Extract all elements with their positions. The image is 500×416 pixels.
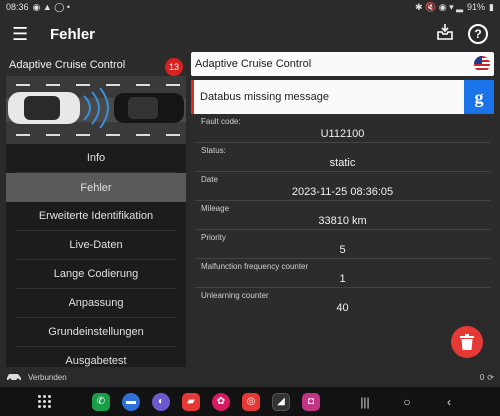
field-label: Mileage (201, 204, 230, 213)
android-nav-bar: ✆ ▬ ◐ ▰ ✿ ◎ ◢ ◘ ||| ○ ‹ (0, 387, 500, 416)
flower-app-icon[interactable]: ✿ (212, 392, 230, 411)
field-value: 40 (336, 302, 349, 314)
field-value: U112100 (320, 128, 365, 140)
nav-item-fehler[interactable]: Fehler (6, 173, 186, 202)
trash-icon (460, 334, 474, 350)
module-name-bar: Adaptive Cruise Control (191, 52, 494, 76)
chat-app-icon[interactable]: ◐ (152, 392, 170, 411)
module-sidebar: Adaptive Cruise Control 13 Info Fehler E… (6, 56, 186, 367)
refresh-icon[interactable]: ⟳ (487, 373, 494, 382)
field-label: Priority (201, 233, 226, 242)
nav-item-label: Anpassung (68, 297, 124, 309)
nav-item-erweiterte-identifikation[interactable]: Erweiterte Identifikation (15, 202, 177, 231)
field-value: 1 (339, 273, 346, 285)
module-title: Adaptive Cruise Control (9, 59, 126, 71)
field-label: Malfunction frequency counter (201, 262, 309, 271)
car-connection-icon (6, 371, 22, 383)
nav-item-label: Ausgabetest (65, 355, 127, 367)
connection-counter: 0 (479, 372, 485, 382)
nav-item-label: Erweiterte Identifikation (38, 210, 154, 222)
field-value: 2023-11-25 08:36:05 (291, 186, 394, 198)
field-unlearning-counter: Unlearning counter 40 (195, 288, 490, 317)
camera-app-icon[interactable]: ◎ (242, 392, 260, 411)
connection-bar: Verbunden 0 ⟳ (0, 369, 500, 385)
field-malfunction-frequency: Malfunction frequency counter 1 (195, 259, 490, 288)
back-icon[interactable]: ‹ (440, 393, 458, 411)
fault-detail-panel: Adaptive Cruise Control Databus missing … (191, 52, 494, 318)
field-priority: Priority 5 (195, 230, 490, 259)
nav-item-grundeinstellungen[interactable]: Grundeinstellungen (15, 318, 177, 347)
field-status: Status: static (195, 143, 490, 172)
fault-fields: Fault code: U112100 Status: static Date 202… (191, 114, 494, 317)
nav-item-anpassung[interactable]: Anpassung (15, 289, 177, 318)
error-message-bar: Databus missing message g (191, 80, 494, 114)
field-value: 5 (339, 244, 346, 256)
field-fault-code: Fault code: U112100 (195, 114, 490, 143)
module-header: Adaptive Cruise Control 13 (6, 56, 186, 144)
home-icon[interactable]: ○ (398, 393, 416, 411)
google-search-button[interactable]: g (464, 80, 494, 114)
status-icons: ✱ 🔇 ◉ ▾ ▂ (414, 1, 464, 12)
app-bar: ☰ Fehler ? (0, 14, 500, 54)
battery-icon: ▮ (489, 1, 494, 12)
detail-module-name: Adaptive Cruise Control (195, 58, 312, 70)
nav-item-info[interactable]: Info (15, 144, 177, 173)
inbox-download-icon[interactable] (436, 23, 454, 46)
status-bar: 08:36 ◉ ▲ ◯ • ✱ 🔇 ◉ ▾ ▂ 91% ▮ (0, 0, 500, 14)
connection-status: Verbunden (28, 372, 67, 382)
field-label: Date (201, 175, 218, 184)
notification-icons: ◉ ▲ ◯ • (32, 1, 71, 12)
hamburger-menu-icon[interactable]: ☰ (12, 24, 36, 45)
nav-item-lange-codierung[interactable]: Lange Codierung (15, 260, 177, 289)
field-mileage: Mileage 33810 km (195, 201, 490, 230)
field-date: Date 2023-11-25 08:36:05 (195, 172, 490, 201)
status-time: 08:36 (6, 2, 29, 12)
help-icon[interactable]: ? (468, 24, 488, 44)
messages-app-icon[interactable]: ▬ (122, 392, 140, 411)
nav-item-label: Grundeinstellungen (48, 326, 144, 338)
error-message: Databus missing message (200, 91, 330, 103)
app-drawer-icon[interactable] (38, 394, 52, 409)
nav-item-label: Info (86, 152, 106, 164)
field-label: Status: (201, 146, 226, 155)
car-app-icon[interactable]: ◢ (272, 392, 290, 411)
field-value: static (329, 157, 356, 169)
nav-item-label: Lange Codierung (53, 268, 139, 280)
field-label: Unlearning counter (201, 291, 269, 300)
nav-item-live-daten[interactable]: Live-Daten (15, 231, 177, 260)
fault-count-badge: 13 (165, 58, 183, 76)
nav-item-label: Fehler (80, 181, 112, 194)
recent-apps-icon[interactable]: ||| (356, 393, 374, 411)
instagram-app-icon[interactable]: ◘ (302, 392, 320, 411)
phone-app-icon[interactable]: ✆ (92, 392, 110, 411)
field-value: 33810 km (318, 215, 367, 227)
flipboard-app-icon[interactable]: ▰ (182, 392, 200, 411)
delete-fault-button[interactable] (451, 326, 483, 358)
adaptive-cruise-illustration (6, 76, 186, 144)
page-title: Fehler (50, 25, 96, 43)
nav-item-ausgabetest[interactable]: Ausgabetest (15, 347, 177, 367)
us-flag-icon[interactable] (474, 56, 490, 72)
field-label: Fault code: (201, 117, 241, 126)
battery-level: 91% (467, 2, 486, 12)
nav-item-label: Live-Daten (69, 239, 123, 251)
